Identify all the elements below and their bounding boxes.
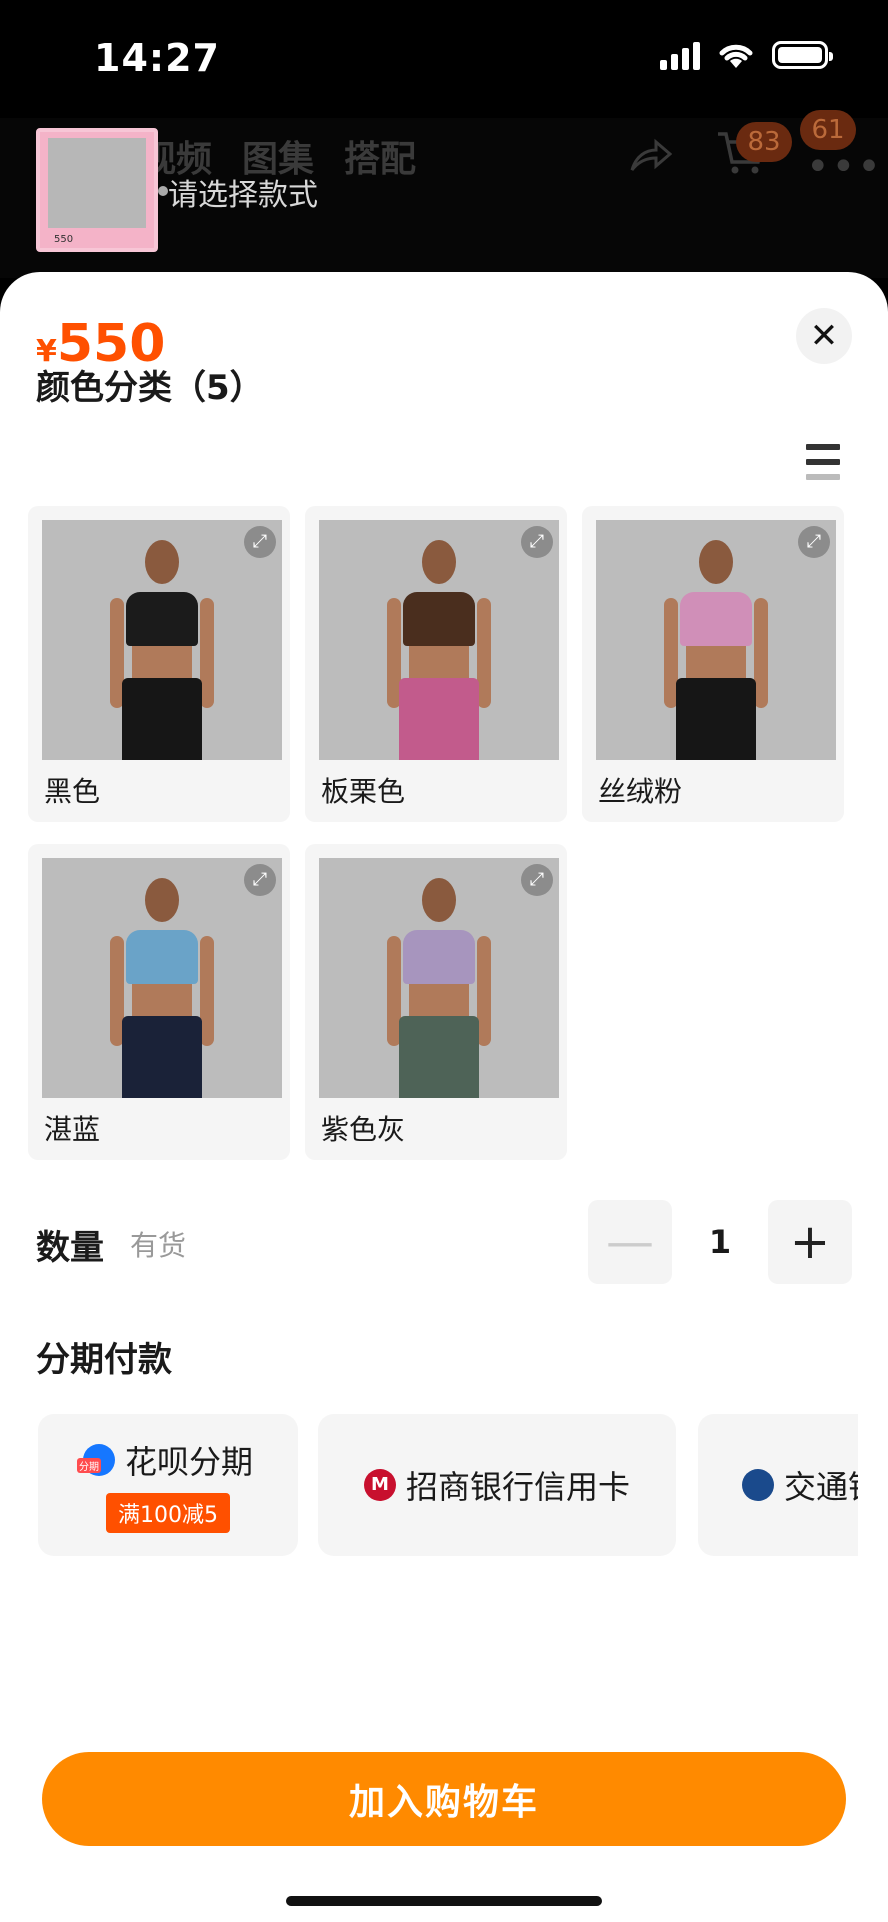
- color-option-image: ⤢: [596, 520, 836, 760]
- tab-outfit[interactable]: 搭配: [344, 130, 416, 182]
- color-option[interactable]: ⤢ 黑色: [28, 506, 290, 822]
- cart-count-badge: 83: [736, 122, 792, 162]
- more-icon[interactable]: ••• 61: [800, 110, 883, 190]
- stock-status: 有货: [130, 1229, 187, 1262]
- expand-icon[interactable]: ⤢: [521, 526, 553, 558]
- list-view-toggle-icon[interactable]: [806, 444, 840, 480]
- installment-option-bocom[interactable]: 交通银行信用卡: [698, 1414, 858, 1556]
- installment-option-label: 招商银行信用卡: [405, 1468, 630, 1506]
- installment-option-huabei[interactable]: 花呗分期 满100减5: [38, 1414, 298, 1556]
- color-section-title: 颜色分类（5）: [36, 368, 264, 408]
- selected-product-thumbnail[interactable]: 550: [36, 128, 158, 252]
- product-header-dimmed: 视频 图集 搭配 550 请选择款式 83 ••• 61: [0, 110, 888, 278]
- increase-button[interactable]: +: [768, 1200, 852, 1284]
- bocom-bank-icon: [742, 1469, 774, 1501]
- expand-icon[interactable]: ⤢: [244, 864, 276, 896]
- color-option[interactable]: ⤢ 紫色灰: [305, 844, 567, 1160]
- cart-icon[interactable]: 83: [716, 122, 792, 187]
- share-icon[interactable]: [628, 134, 673, 178]
- add-to-cart-button[interactable]: 加入购物车: [42, 1752, 846, 1846]
- status-icons: [660, 40, 833, 70]
- decrease-button[interactable]: —: [588, 1200, 672, 1284]
- color-option-image: ⤢: [42, 520, 282, 760]
- installment-option-label: 花呗分期: [124, 1443, 253, 1481]
- color-option-image: ⤢: [319, 858, 559, 1098]
- quantity-title: 数量: [36, 1228, 104, 1268]
- status-bar: 14:27: [0, 0, 888, 118]
- quantity-stepper: — 1 +: [588, 1200, 852, 1284]
- expand-icon[interactable]: ⤢: [798, 526, 830, 558]
- quantity-value[interactable]: 1: [672, 1223, 768, 1261]
- installment-option-cmb[interactable]: M 招商银行信用卡: [318, 1414, 676, 1556]
- status-time: 14:27: [94, 36, 220, 80]
- color-option[interactable]: ⤢ 湛蓝: [28, 844, 290, 1160]
- color-option-image: ⤢: [42, 858, 282, 1098]
- color-option-label: 紫色灰: [321, 1113, 406, 1146]
- color-option-label: 黑色: [44, 775, 101, 808]
- installment-option-label: 交通银行信用卡: [784, 1468, 858, 1506]
- color-options: ⤢ 黑色 ⤢ 板栗色 ⤢ 丝绒粉 ⤢ 湛蓝 ⤢ 紫色灰: [28, 506, 848, 1160]
- signal-icon: [660, 40, 700, 70]
- thumbnail-price: 550: [54, 234, 74, 245]
- color-option-label: 湛蓝: [44, 1113, 101, 1146]
- huabei-icon: [76, 1444, 115, 1476]
- select-style-hint: 请选择款式: [158, 170, 318, 214]
- color-option[interactable]: ⤢ 板栗色: [305, 506, 567, 822]
- cmb-bank-icon: M: [363, 1469, 396, 1501]
- installment-title: 分期付款: [36, 1340, 172, 1380]
- message-count-badge: 61: [800, 110, 856, 150]
- color-option-label: 丝绒粉: [598, 775, 683, 808]
- sku-selector-sheet: ¥550 ✕ 颜色分类（5） ⤢ 黑色 ⤢ 板栗色 ⤢ 丝绒粉 ⤢ 湛蓝 ⤢ 紫…: [0, 272, 888, 1922]
- expand-icon[interactable]: ⤢: [244, 526, 276, 558]
- color-option-image: ⤢: [319, 520, 559, 760]
- wifi-icon: [719, 44, 753, 68]
- close-button[interactable]: ✕: [796, 308, 852, 364]
- color-option-label: 板栗色: [321, 775, 406, 808]
- promo-badge: 满100减5: [106, 1493, 230, 1533]
- battery-icon: [772, 41, 833, 69]
- installment-options: 花呗分期 满100减5 M 招商银行信用卡 交通银行信用卡: [38, 1414, 858, 1556]
- color-option[interactable]: ⤢ 丝绒粉: [582, 506, 844, 822]
- expand-icon[interactable]: ⤢: [521, 864, 553, 896]
- home-indicator: [286, 1896, 602, 1906]
